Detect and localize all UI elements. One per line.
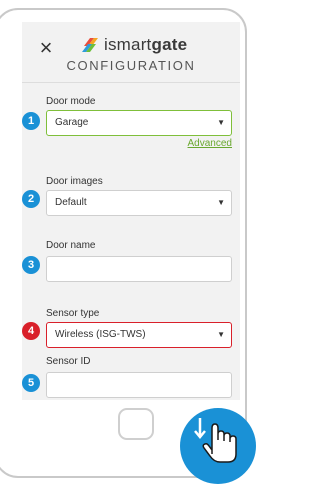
sensor-id-input[interactable] — [46, 372, 232, 398]
header: × ismartgate CONFIGURATION — [22, 22, 240, 83]
close-icon[interactable]: × — [36, 37, 56, 59]
step-badge-3: 3 — [22, 256, 40, 274]
door-images-select[interactable]: Default ▼ — [46, 190, 232, 216]
door-name-input[interactable] — [46, 256, 232, 282]
tap-hand-icon — [194, 418, 237, 463]
step-badge-1: 1 — [22, 112, 40, 130]
brand-name: ismartgate — [104, 35, 188, 54]
brand-logo: ismartgate — [80, 34, 187, 56]
ismartgate-logo-icon — [82, 38, 98, 52]
door-images-label: Door images — [46, 176, 103, 187]
step-badge-4: 4 — [22, 322, 40, 340]
door-mode-value: Garage — [55, 117, 89, 128]
tap-indicator — [180, 408, 256, 484]
sensor-type-select[interactable]: Wireless (ISG-TWS) ▼ — [46, 322, 232, 348]
step-badge-5: 5 — [22, 374, 40, 392]
chevron-down-icon: ▼ — [217, 118, 225, 127]
sensor-type-label: Sensor type — [46, 308, 100, 319]
door-name-label: Door name — [46, 240, 96, 251]
door-mode-select[interactable]: Garage ▼ — [46, 110, 232, 136]
home-button[interactable] — [118, 408, 154, 440]
chevron-down-icon: ▼ — [217, 198, 225, 207]
sensor-type-value: Wireless (ISG-TWS) — [55, 329, 146, 340]
configuration-screen: × ismartgate CONFIGURATION Door mode Gar… — [22, 22, 240, 400]
step-badge-2: 2 — [22, 190, 40, 208]
door-mode-label: Door mode — [46, 96, 96, 107]
advanced-link[interactable]: Advanced — [188, 138, 232, 149]
chevron-down-icon: ▼ — [217, 330, 225, 339]
sensor-id-label: Sensor ID — [46, 356, 91, 367]
door-images-value: Default — [55, 197, 87, 208]
page-title: CONFIGURATION — [66, 58, 196, 73]
